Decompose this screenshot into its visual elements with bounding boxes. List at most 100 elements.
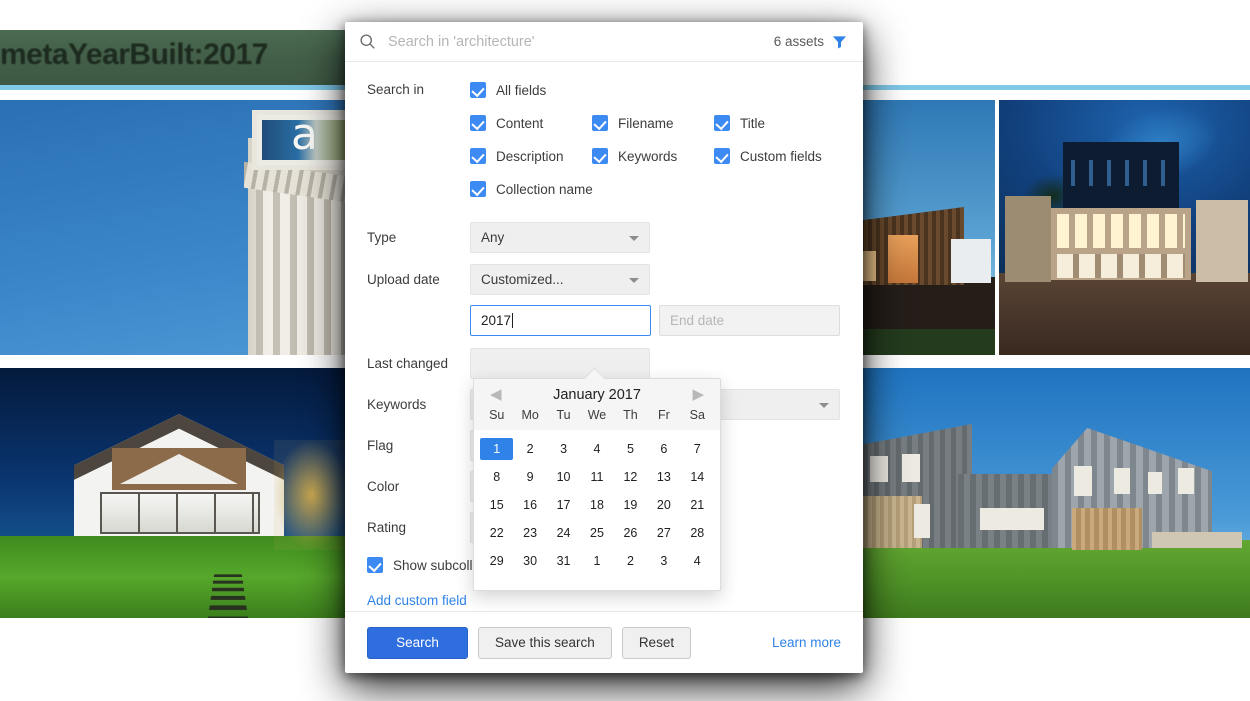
checkbox-content[interactable]: Content — [470, 115, 592, 131]
end-date-input[interactable]: End date — [659, 305, 840, 336]
filter-icon[interactable] — [832, 35, 847, 49]
calendar-day[interactable]: 28 — [681, 522, 714, 544]
calendar-day[interactable]: 3 — [547, 438, 580, 460]
calendar-day[interactable]: 10 — [547, 466, 580, 488]
checkbox-filename[interactable]: Filename — [592, 115, 714, 131]
calendar-day[interactable]: 15 — [480, 494, 513, 516]
calendar-weekday: Fr — [657, 408, 670, 422]
tile-wood-cladding-left — [862, 496, 922, 548]
calendar-weekday: Tu — [556, 408, 571, 422]
checkbox-box[interactable] — [470, 82, 486, 98]
checkbox-box[interactable] — [470, 181, 486, 197]
calendar-day[interactable]: 22 — [480, 522, 513, 544]
save-this-search-button[interactable]: Save this search — [478, 626, 612, 659]
tile-window — [914, 504, 930, 538]
keywords-label: Keywords — [367, 397, 427, 412]
asset-thumbnail-wooden-hall[interactable] — [862, 100, 995, 355]
flag-label: Flag — [367, 438, 394, 453]
type-label: Type — [367, 230, 397, 245]
calendar-day[interactable]: 20 — [647, 494, 680, 516]
tile-lit-podium — [1051, 208, 1191, 280]
checkbox-box[interactable] — [714, 148, 730, 164]
checkbox-label: Keywords — [618, 148, 678, 164]
calendar-day[interactable]: 6 — [647, 438, 680, 460]
calendar-day[interactable]: 16 — [513, 494, 546, 516]
calendar-day-selected[interactable]: 1 — [480, 438, 514, 460]
checkbox-keywords[interactable]: Keywords — [592, 148, 714, 164]
calendar-day[interactable]: 12 — [614, 466, 647, 488]
chevron-right-icon[interactable]: ▶ — [688, 385, 708, 404]
calendar-day[interactable]: 23 — [513, 522, 546, 544]
chevron-left-icon[interactable]: ◀ — [486, 385, 506, 404]
checkbox-box[interactable] — [592, 148, 608, 164]
last-changed-field — [470, 348, 841, 379]
checkbox-box[interactable] — [592, 115, 608, 131]
calendar-day[interactable]: 26 — [614, 522, 647, 544]
calendar-day[interactable]: 29 — [480, 550, 513, 572]
calendar-day-grid: 1 2 3 4 5 6 7 8 9 10 11 12 13 14 15 16 1… — [474, 430, 720, 590]
start-date-value: 2017 — [481, 313, 512, 328]
tile-window — [1074, 466, 1092, 496]
type-select[interactable]: Any — [470, 222, 650, 253]
search-input[interactable] — [388, 33, 774, 50]
calendar-day[interactable]: 31 — [547, 550, 580, 572]
calendar-day[interactable]: 14 — [681, 466, 714, 488]
asset-thumbnail-civic-building[interactable] — [999, 100, 1250, 355]
chevron-down-icon — [819, 402, 829, 408]
calendar-day[interactable]: 27 — [647, 522, 680, 544]
tile-balcony — [252, 109, 358, 170]
tile-window — [902, 454, 920, 482]
date-picker-calendar: ◀ January 2017 ▶ Su Mo Tu We Th Fr Sa 1 … — [473, 378, 721, 591]
checkbox-description[interactable]: Description — [470, 148, 592, 164]
calendar-day[interactable]: 24 — [547, 522, 580, 544]
calendar-day[interactable]: 4 — [580, 438, 613, 460]
advanced-search-dialog: 6 assets Search in All fields Content — [345, 22, 863, 673]
reset-button[interactable]: Reset — [621, 626, 692, 659]
checkbox-box[interactable] — [470, 115, 486, 131]
calendar-day[interactable]: 30 — [513, 550, 546, 572]
asset-thumbnail-zinc-houses[interactable] — [862, 368, 1250, 618]
type-select-value: Any — [481, 230, 505, 245]
upload-date-select[interactable]: Customized... — [470, 264, 650, 295]
calendar-day[interactable]: 2 — [614, 550, 647, 572]
calendar-day[interactable]: 13 — [647, 466, 680, 488]
calendar-day[interactable]: 3 — [647, 550, 680, 572]
last-changed-row: Last changed — [345, 348, 863, 379]
start-date-input[interactable]: 2017 — [470, 305, 651, 336]
search-in-row: Search in All fields Content Filename Ti… — [345, 82, 863, 197]
calendar-day[interactable]: 21 — [681, 494, 714, 516]
checkbox-all-fields[interactable]: All fields — [470, 82, 841, 98]
search-button[interactable]: Search — [367, 626, 468, 659]
checkbox-label: Collection name — [496, 181, 593, 197]
calendar-day[interactable]: 11 — [580, 466, 613, 488]
calendar-weekday: Sa — [689, 408, 705, 422]
tile-side-building — [1005, 196, 1051, 282]
dialog-footer: Search Save this search Reset Learn more — [345, 611, 863, 673]
calendar-day[interactable]: 17 — [547, 494, 580, 516]
calendar-day[interactable]: 19 — [614, 494, 647, 516]
calendar-weekday-row: Su Mo Tu We Th Fr Sa — [474, 406, 720, 430]
calendar-day[interactable]: 7 — [681, 438, 714, 460]
calendar-day[interactable]: 4 — [681, 550, 714, 572]
add-custom-field-link[interactable]: Add custom field — [345, 593, 863, 608]
checkbox-box[interactable] — [714, 115, 730, 131]
last-changed-select[interactable] — [470, 348, 650, 379]
tile-stepping-path — [207, 574, 248, 618]
calendar-day[interactable]: 18 — [580, 494, 613, 516]
asset-thumbnail-gabled-villa[interactable] — [0, 368, 358, 618]
calendar-day[interactable]: 25 — [580, 522, 613, 544]
type-field: Any — [470, 222, 841, 253]
checkbox-box[interactable] — [470, 148, 486, 164]
calendar-day[interactable]: 2 — [513, 438, 546, 460]
learn-more-link[interactable]: Learn more — [772, 635, 841, 650]
checkbox-collection-name[interactable]: Collection name — [470, 181, 841, 197]
calendar-day[interactable]: 9 — [513, 466, 546, 488]
calendar-day[interactable]: 5 — [614, 438, 647, 460]
calendar-day[interactable]: 1 — [580, 550, 613, 572]
checkbox-box[interactable] — [367, 557, 383, 573]
checkbox-title[interactable]: Title — [714, 115, 836, 131]
asset-thumbnail-office-tower[interactable] — [0, 100, 358, 355]
checkbox-custom-fields[interactable]: Custom fields — [714, 148, 836, 164]
dialog-body: Search in All fields Content Filename Ti… — [345, 62, 863, 629]
calendar-day[interactable]: 8 — [480, 466, 513, 488]
